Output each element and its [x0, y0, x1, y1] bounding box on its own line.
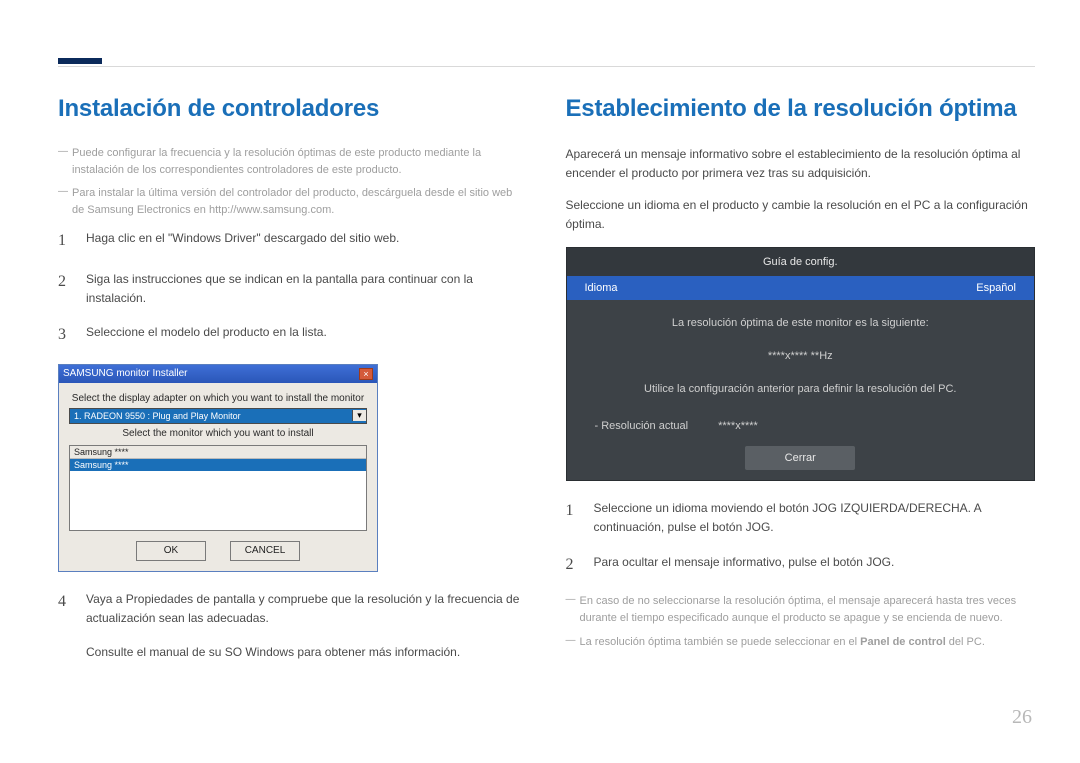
- osd-title: Guía de config.: [567, 248, 1035, 276]
- note-text: Puede configurar la frecuencia y la reso…: [58, 145, 528, 179]
- page-number: 26: [1012, 706, 1032, 729]
- step-item: 3 Seleccione el modelo del producto en l…: [58, 323, 528, 348]
- note-span: del PC.: [946, 636, 985, 648]
- note-text: La resolución óptima también se puede se…: [566, 634, 1036, 651]
- step-item: 1 Seleccione un idioma moviendo el botón…: [566, 499, 1036, 536]
- installer-buttons: OK CANCEL: [69, 531, 367, 561]
- left-steps: 1 Haga clic en el "Windows Driver" desca…: [58, 229, 528, 348]
- left-aftertext: Consulte el manual de su SO Windows para…: [86, 643, 528, 662]
- installer-titlebar: SAMSUNG monitor Installer ×: [59, 365, 377, 383]
- note-bold: Panel de control: [860, 636, 946, 648]
- osd-msg-line: La resolución óptima de este monitor es …: [597, 314, 1005, 333]
- section-marker: [58, 58, 102, 64]
- step-number: 1: [58, 229, 72, 254]
- left-heading: Instalación de controladores: [58, 95, 528, 123]
- installer-label: Select the monitor which you want to ins…: [69, 424, 367, 443]
- step-text: Para ocultar el mensaje informativo, pul…: [594, 553, 1036, 578]
- monitor-listbox[interactable]: Samsung **** Samsung ****: [69, 445, 367, 531]
- osd-msg-line: ****x**** **Hz: [597, 347, 1005, 366]
- left-steps-cont: 4 Vaya a Propiedades de pantalla y compr…: [58, 590, 528, 627]
- dropdown-value: 1. RADEON 9550 : Plug and Play Monitor: [70, 411, 352, 421]
- osd-res-value: ****x****: [718, 420, 758, 432]
- right-steps: 1 Seleccione un idioma moviendo el botón…: [566, 499, 1036, 577]
- step-item: 1 Haga clic en el "Windows Driver" desca…: [58, 229, 528, 254]
- osd-language-row[interactable]: Idioma Español: [567, 276, 1035, 300]
- right-column: Establecimiento de la resolución óptima …: [566, 95, 1036, 723]
- note-span: La resolución óptima también se puede se…: [580, 636, 861, 648]
- osd-resolution-row: Resolución actual ****x****: [567, 412, 1035, 446]
- left-column: Instalación de controladores Puede confi…: [58, 95, 528, 723]
- step-item: 4 Vaya a Propiedades de pantalla y compr…: [58, 590, 528, 627]
- step-text: Seleccione un idioma moviendo el botón J…: [594, 499, 1036, 536]
- step-item: 2 Siga las instrucciones que se indican …: [58, 270, 528, 307]
- close-icon[interactable]: ×: [359, 368, 373, 380]
- list-header: Samsung ****: [70, 446, 366, 459]
- installer-label: Select the display adapter on which you …: [69, 389, 367, 408]
- step-number: 4: [58, 590, 72, 627]
- right-heading: Establecimiento de la resolución óptima: [566, 95, 1036, 123]
- ok-button[interactable]: OK: [136, 541, 206, 561]
- note-text: Para instalar la última versión del cont…: [58, 185, 528, 219]
- adapter-dropdown[interactable]: 1. RADEON 9550 : Plug and Play Monitor ▾: [69, 408, 367, 424]
- osd-close-button[interactable]: Cerrar: [745, 446, 855, 470]
- page-content: Instalación de controladores Puede confi…: [58, 95, 1035, 723]
- step-text: Vaya a Propiedades de pantalla y comprue…: [86, 590, 528, 627]
- step-number: 2: [58, 270, 72, 307]
- step-text: Seleccione el modelo del producto en la …: [86, 323, 528, 348]
- osd-msg-line: Utilice la configuración anterior para d…: [597, 380, 1005, 399]
- osd-res-label: Resolución actual: [595, 420, 689, 432]
- step-number: 1: [566, 499, 580, 536]
- step-number: 2: [566, 553, 580, 578]
- installer-body: Select the display adapter on which you …: [59, 383, 377, 571]
- osd-row-value: Español: [976, 282, 1016, 294]
- right-intro: Seleccione un idioma en el producto y ca…: [566, 196, 1036, 233]
- top-divider: [58, 66, 1035, 67]
- step-number: 3: [58, 323, 72, 348]
- cancel-button[interactable]: CANCEL: [230, 541, 300, 561]
- note-text: En caso de no seleccionarse la resolució…: [566, 593, 1036, 627]
- installer-title: SAMSUNG monitor Installer: [63, 368, 187, 379]
- installer-dialog: SAMSUNG monitor Installer × Select the d…: [58, 364, 378, 572]
- osd-panel: Guía de config. Idioma Español La resolu…: [566, 247, 1036, 481]
- list-item[interactable]: Samsung ****: [70, 459, 366, 471]
- step-item: 2 Para ocultar el mensaje informativo, p…: [566, 553, 1036, 578]
- right-intro: Aparecerá un mensaje informativo sobre e…: [566, 145, 1036, 182]
- osd-row-label: Idioma: [585, 282, 618, 294]
- step-text: Siga las instrucciones que se indican en…: [86, 270, 528, 307]
- step-text: Haga clic en el "Windows Driver" descarg…: [86, 229, 528, 254]
- chevron-down-icon[interactable]: ▾: [352, 410, 366, 421]
- osd-message: La resolución óptima de este monitor es …: [567, 300, 1035, 412]
